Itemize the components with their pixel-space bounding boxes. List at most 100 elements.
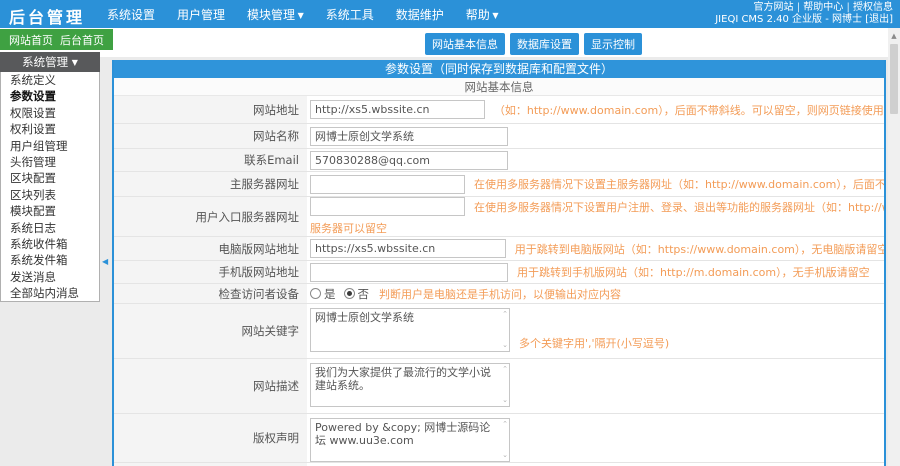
scroll-up-icon[interactable]: ⌃ [502,421,508,428]
sidebar-item[interactable]: 系统日志 [1,220,99,236]
main-content: 参数设置（同时保存到数据库和配置文件） 网站基本信息 网站地址（如：http:/… [112,60,886,466]
toolbar-button[interactable]: 网站基本信息 [425,33,505,55]
scroll-up-icon[interactable]: ⌃ [502,366,508,373]
section-title: 网站基本信息 [114,78,884,96]
app-logo: 后台管理 [9,4,85,28]
input-line: 在使用多服务器情况下设置用户注册、登录、退出等功能的服务器网址（如：http:/… [310,197,884,216]
text-input[interactable] [310,100,485,119]
sidebar: 系统管理 ▼ 系统定义参数设置权限设置权利设置用户组管理头衔管理区块配置区块列表… [0,53,100,302]
radio-label: 否 [358,286,370,302]
nav-item[interactable]: 系统工具 [326,6,374,23]
sidebar-item[interactable]: 头衔管理 [1,154,99,170]
text-input[interactable] [310,175,465,194]
nav-item[interactable]: 用户管理 [177,6,225,23]
row-content: 用于跳转到电脑版网站（如：https://www.domain.com），无电脑… [307,237,884,260]
text-input[interactable] [310,263,508,282]
field-hint-line2: 服务器可以留空 [310,220,387,236]
form-row: 网站名称 [114,124,884,149]
text-input[interactable] [310,127,508,146]
field-hint: 用于跳转到手机版网站（如：http://m.domain.com），无手机版请留… [517,264,870,280]
row-label: 网站名称 [114,124,307,148]
field-hint: 多个关键字用','隔开(小写逗号) [519,335,669,351]
caret-down-icon: ▼ [490,11,499,20]
tab[interactable]: 网站首页 [9,32,53,48]
textarea-value: 网博士原创文学系统 [315,311,495,324]
sidebar-item[interactable]: 系统发件箱 [1,252,99,268]
sidebar-item[interactable]: 区块列表 [1,187,99,203]
top-link[interactable]: 授权信息 [853,2,893,13]
settings-toolbar: 网站基本信息数据库设置显示控制 [425,33,642,55]
row-label: 主服务器网址 [114,172,307,196]
row-content [307,149,884,171]
radio-selected[interactable] [344,288,355,299]
sidebar-list: 系统定义参数设置权限设置权利设置用户组管理头衔管理区块配置区块列表模块配置系统日… [1,72,99,301]
radio-option[interactable] [310,288,321,299]
row-content: 在使用多服务器情况下设置用户注册、登录、退出等功能的服务器网址（如：http:/… [307,197,884,236]
scroll-down-icon[interactable]: ⌄ [502,397,508,404]
form-row: 版权声明Powered by &copy; 网博士源码论坛 www.uu3e.c… [114,414,884,463]
home-tabs: 网站首页后台首页 [0,29,113,50]
sidebar-item[interactable]: 区块配置 [1,170,99,186]
row-content: Powered by &copy; 网博士源码论坛 www.uu3e.com ⌃ ⌄ [307,414,884,462]
nav-item[interactable]: 模块管理 ▼ [247,6,304,23]
field-hint: 用于跳转到电脑版网站（如：https://www.domain.com），无电脑… [515,241,884,257]
scroll-up-icon[interactable]: ▲ [888,28,900,40]
scroll-down-icon[interactable]: ⌄ [502,452,508,459]
sidebar-collapse-icon[interactable]: ◀ [102,257,108,266]
form-rows: 网站地址（如：http://www.domain.com），后面不带斜线。可以留… [114,96,884,466]
version-text: JIEQI CMS 2.40 企业版 - 网博士 [715,14,862,25]
logout-link[interactable]: [退出] [865,14,893,25]
sidebar-item[interactable]: 权利设置 [1,121,99,137]
form-row: 检查访问者设备是否判断用户是电脑还是手机访问，以便输出对应内容 [114,284,884,304]
text-input[interactable] [310,239,506,258]
textarea-value: 我们为大家提供了最流行的文学小说建站系统。 [315,366,495,392]
caret-down-icon: ▼ [72,58,78,67]
tab[interactable]: 后台首页 [60,32,104,48]
page-title: 参数设置（同时保存到数据库和配置文件） [114,60,884,78]
sidebar-item[interactable]: 参数设置 [1,88,99,104]
field-hint: 判断用户是电脑还是手机访问，以便输出对应内容 [379,286,621,302]
sidebar-header[interactable]: 系统管理 ▼ [0,52,100,72]
row-label: 联系Email [114,149,307,171]
form-row: 网站地址（如：http://www.domain.com），后面不带斜线。可以留… [114,96,884,124]
row-content: （如：http://www.domain.com），后面不带斜线。可以留空，则网… [307,96,884,123]
text-input[interactable] [310,197,465,216]
link-separator: | [794,2,804,13]
row-label: 版权声明 [114,414,307,462]
sidebar-item[interactable]: 发送消息 [1,269,99,285]
scroll-up-icon[interactable]: ⌃ [502,311,508,318]
sidebar-item[interactable]: 全部站内消息 [1,285,99,301]
radio-label: 是 [324,286,336,302]
text-input[interactable] [310,151,508,170]
sidebar-item[interactable]: 系统收件箱 [1,236,99,252]
textarea-value: Powered by &copy; 网博士源码论坛 www.uu3e.com [315,421,495,447]
top-link[interactable]: 帮助中心 [803,2,843,13]
vertical-scrollbar[interactable]: ▲ [888,28,900,466]
scroll-down-icon[interactable]: ⌄ [502,342,508,349]
subbar: 网站首页后台首页 网站基本信息数据库设置显示控制 [0,28,888,57]
top-link[interactable]: 官方网站 [754,2,794,13]
form-row: 网站关键字网博士原创文学系统⌃⌄多个关键字用','隔开(小写逗号) [114,304,884,359]
textarea-field[interactable]: 网博士原创文学系统 ⌃ ⌄ [310,308,510,352]
nav-item[interactable]: 系统设置 [107,6,155,23]
row-content: 我们为大家提供了最流行的文学小说建站系统。 ⌃ ⌄ [307,359,884,413]
sidebar-item[interactable]: 用户组管理 [1,138,99,154]
caret-down-icon: ▼ [295,11,304,20]
row-content: 是 否判断用户是电脑还是手机访问，以便输出对应内容 [307,284,884,303]
link-separator: | [843,2,853,13]
field-hint: 在使用多服务器情况下设置用户注册、登录、退出等功能的服务器网址（如：http:/… [474,199,884,215]
topbar-nav: 系统设置 用户管理 模块管理 ▼ 系统工具 数据维护 帮助 ▼ [107,0,499,28]
sidebar-item[interactable]: 模块配置 [1,203,99,219]
scrollbar-thumb[interactable] [890,44,898,114]
nav-item[interactable]: 数据维护 [396,6,444,23]
version-line: JIEQI CMS 2.40 企业版 - 网博士 [退出] [715,14,893,26]
textarea-field[interactable]: 我们为大家提供了最流行的文学小说建站系统。 ⌃ ⌄ [310,363,510,407]
sidebar-item[interactable]: 权限设置 [1,105,99,121]
toolbar-button[interactable]: 数据库设置 [510,33,579,55]
nav-item[interactable]: 帮助 ▼ [466,6,499,23]
sidebar-item[interactable]: 系统定义 [1,72,99,88]
row-label: 手机版网站地址 [114,261,307,283]
toolbar-button[interactable]: 显示控制 [584,33,642,55]
row-content: 网博士原创文学系统 ⌃ ⌄ 多个关键字用','隔开(小写逗号) [307,304,884,358]
textarea-field[interactable]: Powered by &copy; 网博士源码论坛 www.uu3e.com ⌃ ⌄ [310,418,510,462]
